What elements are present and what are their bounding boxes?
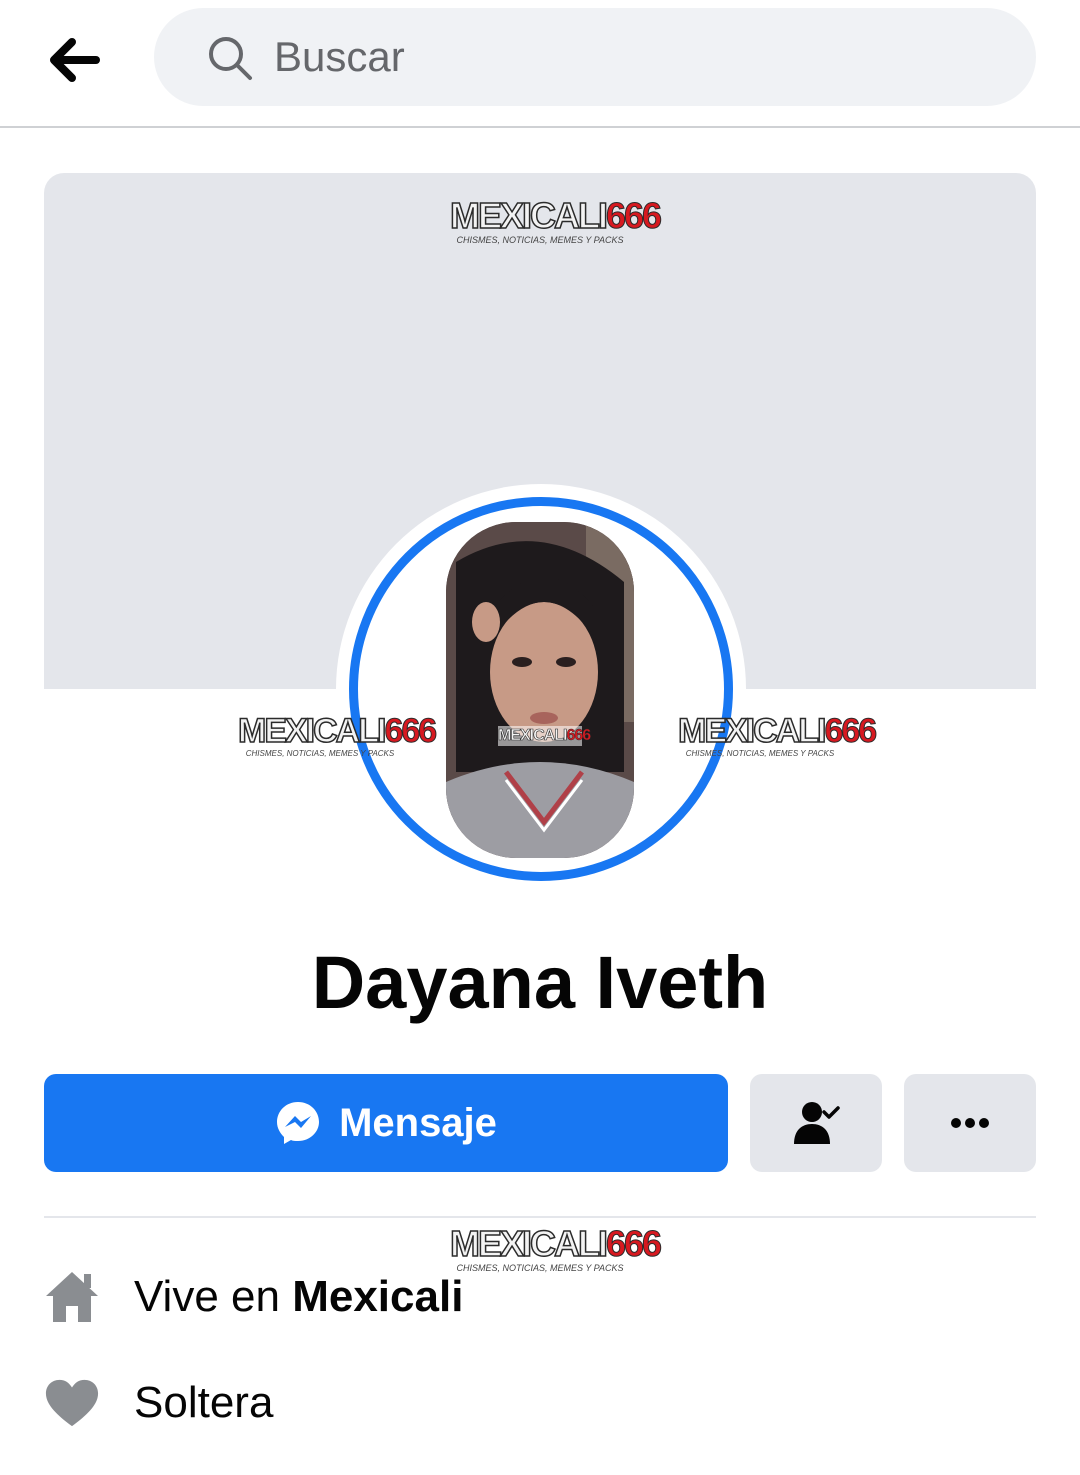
watermark-logo: MEXICALI666 CHISMES, NOTICIAS, MEMES Y P… xyxy=(237,712,437,758)
messenger-icon xyxy=(277,1102,320,1144)
friends-check-icon xyxy=(794,1102,840,1144)
more-dots-icon xyxy=(951,1118,989,1128)
back-button[interactable] xyxy=(40,28,112,92)
intro-lives-in-text: Vive en Mexicali xyxy=(134,1272,464,1321)
top-bar xyxy=(0,0,1080,128)
message-button-label: Mensaje xyxy=(339,1100,497,1145)
watermark-logo: MEXICALI666 CHISMES, NOTICIAS, MEMES Y P… xyxy=(449,195,662,245)
divider xyxy=(44,1216,1036,1218)
watermark-logo: MEXICALI666 xyxy=(498,726,591,746)
intro-lives-in: Vive en Mexicali xyxy=(44,1262,1036,1332)
friends-button[interactable] xyxy=(750,1074,882,1172)
intro-city[interactable]: Mexicali xyxy=(292,1272,463,1321)
profile-photo[interactable] xyxy=(446,522,634,858)
message-button[interactable]: Mensaje xyxy=(44,1074,728,1172)
search-icon xyxy=(209,37,252,80)
watermark-logo: MEXICALI666 CHISMES, NOTICIAS, MEMES Y P… xyxy=(677,712,877,758)
heart-icon xyxy=(44,1375,100,1431)
profile-name: Dayana Iveth xyxy=(311,941,769,1024)
search-bar[interactable] xyxy=(154,8,1036,106)
home-icon xyxy=(44,1269,100,1325)
intro-relationship: Soltera xyxy=(44,1368,1036,1438)
profile-photo-image xyxy=(446,522,634,858)
more-options-button[interactable] xyxy=(904,1074,1036,1172)
intro-relationship-text: Soltera xyxy=(134,1378,274,1427)
back-arrow-icon xyxy=(50,38,100,82)
search-input[interactable] xyxy=(274,8,974,106)
